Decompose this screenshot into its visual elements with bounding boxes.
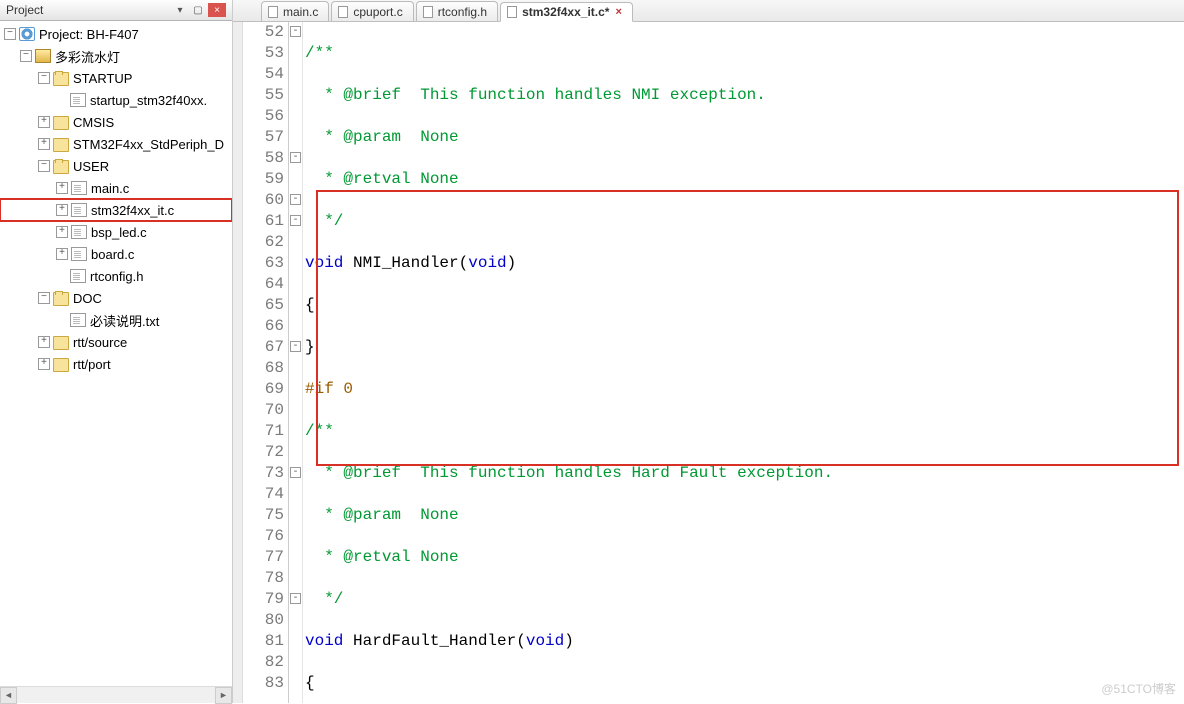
- tree-label: 多彩流水灯: [55, 47, 120, 66]
- tab-cpuport[interactable]: cpuport.c: [331, 1, 413, 21]
- project-icon: [19, 27, 35, 41]
- tree-label: STM32F4xx_StdPeriph_D: [73, 137, 224, 152]
- expand-icon[interactable]: +: [56, 226, 68, 238]
- tab-label: stm32f4xx_it.c*: [522, 5, 609, 19]
- folder-open-icon: [53, 72, 69, 86]
- fold-toggle[interactable]: -: [290, 26, 301, 37]
- folder-open-icon: [53, 292, 69, 306]
- tree-folder-periph[interactable]: + STM32F4xx_StdPeriph_D: [0, 133, 232, 155]
- tab-rtconfig[interactable]: rtconfig.h: [416, 1, 498, 21]
- tree-label: STARTUP: [73, 71, 132, 86]
- code-text[interactable]: /** * @brief This function handles NMI e…: [303, 22, 1184, 703]
- fold-toggle[interactable]: -: [290, 194, 301, 205]
- tree-label: rtt/port: [73, 357, 111, 372]
- file-icon: [71, 247, 87, 261]
- tab-stm32f4xx-it[interactable]: stm32f4xx_it.c* ×: [500, 2, 633, 22]
- editor-area: main.c cpuport.c rtconfig.h stm32f4xx_it…: [233, 0, 1184, 703]
- folder-icon: [53, 336, 69, 350]
- expand-icon[interactable]: +: [56, 182, 68, 194]
- expand-icon[interactable]: +: [38, 116, 50, 128]
- panel-title-text: Project: [6, 3, 43, 17]
- panel-titlebar: Project ▾ ▢ ×: [0, 0, 232, 21]
- tree-label: rtt/source: [73, 335, 127, 350]
- bookmark-margin: [233, 22, 243, 703]
- tree-file[interactable]: 必读说明.txt: [0, 309, 232, 331]
- file-icon: [423, 6, 433, 18]
- tree-folder-user[interactable]: − USER: [0, 155, 232, 177]
- file-icon: [507, 6, 517, 18]
- tree-file[interactable]: + bsp_led.c: [0, 221, 232, 243]
- file-icon: [70, 93, 86, 107]
- code-editor[interactable]: 525354 555657 585960 616263 646566 67686…: [233, 22, 1184, 703]
- project-panel: Project ▾ ▢ × − Project: BH-F407 − 多彩流水灯…: [0, 0, 233, 703]
- tree-label: 必读说明.txt: [90, 311, 159, 330]
- expand-icon[interactable]: −: [38, 160, 50, 172]
- expand-icon[interactable]: +: [38, 138, 50, 150]
- file-icon: [268, 6, 278, 18]
- panel-autohide-button[interactable]: ▢: [190, 3, 206, 17]
- expand-icon[interactable]: −: [4, 28, 16, 40]
- folder-open-icon: [53, 160, 69, 174]
- tab-label: rtconfig.h: [438, 5, 487, 19]
- expand-icon[interactable]: +: [56, 248, 68, 260]
- project-tree[interactable]: − Project: BH-F407 − 多彩流水灯 − STARTUP sta…: [0, 21, 232, 686]
- folder-icon: [53, 138, 69, 152]
- fold-toggle[interactable]: -: [290, 341, 301, 352]
- tree-file-selected[interactable]: + stm32f4xx_it.c: [0, 199, 232, 221]
- tree-label: board.c: [91, 247, 134, 262]
- expand-icon[interactable]: −: [38, 292, 50, 304]
- tree-folder-rtt-source[interactable]: + rtt/source: [0, 331, 232, 353]
- fold-toggle[interactable]: -: [290, 215, 301, 226]
- file-icon: [338, 6, 348, 18]
- scroll-left-button[interactable]: ◄: [0, 687, 17, 704]
- panel-dropdown-button[interactable]: ▾: [172, 3, 188, 17]
- tree-file[interactable]: + main.c: [0, 177, 232, 199]
- tab-label: cpuport.c: [353, 5, 402, 19]
- tree-workspace[interactable]: − 多彩流水灯: [0, 45, 232, 67]
- folder-icon: [53, 116, 69, 130]
- tree-label: USER: [73, 159, 109, 174]
- expand-icon[interactable]: +: [56, 204, 68, 216]
- tree-label: stm32f4xx_it.c: [91, 203, 174, 218]
- file-icon: [71, 203, 87, 217]
- fold-toggle[interactable]: -: [290, 152, 301, 163]
- tab-close-icon[interactable]: ×: [615, 6, 621, 18]
- scrollbar-horizontal[interactable]: ◄ ►: [0, 686, 232, 703]
- editor-tabs: main.c cpuport.c rtconfig.h stm32f4xx_it…: [233, 0, 1184, 22]
- tree-folder-rtt-port[interactable]: + rtt/port: [0, 353, 232, 375]
- tree-label: Project: BH-F407: [39, 27, 139, 42]
- tree-label: bsp_led.c: [91, 225, 147, 240]
- tree-label: rtconfig.h: [90, 269, 143, 284]
- workspace-icon: [35, 49, 51, 63]
- tree-label: CMSIS: [73, 115, 114, 130]
- scroll-right-button[interactable]: ►: [215, 687, 232, 704]
- tree-file[interactable]: rtconfig.h: [0, 265, 232, 287]
- fold-toggle[interactable]: -: [290, 593, 301, 604]
- tree-folder-doc[interactable]: − DOC: [0, 287, 232, 309]
- tree-label: DOC: [73, 291, 102, 306]
- tree-folder-startup[interactable]: − STARTUP: [0, 67, 232, 89]
- tree-root[interactable]: − Project: BH-F407: [0, 23, 232, 45]
- fold-margin[interactable]: - - - - - - -: [289, 22, 303, 703]
- file-icon: [70, 313, 86, 327]
- tree-label: main.c: [91, 181, 129, 196]
- tab-main[interactable]: main.c: [261, 1, 329, 21]
- expand-icon[interactable]: −: [38, 72, 50, 84]
- tab-label: main.c: [283, 5, 318, 19]
- tree-label: startup_stm32f40xx.: [90, 93, 207, 108]
- tree-file[interactable]: + board.c: [0, 243, 232, 265]
- expand-icon[interactable]: +: [38, 358, 50, 370]
- folder-icon: [53, 358, 69, 372]
- watermark: @51CTO博客: [1101, 680, 1176, 697]
- tree-folder-cmsis[interactable]: + CMSIS: [0, 111, 232, 133]
- line-numbers: 525354 555657 585960 616263 646566 67686…: [243, 22, 289, 703]
- tree-file[interactable]: startup_stm32f40xx.: [0, 89, 232, 111]
- file-icon: [71, 181, 87, 195]
- panel-close-button[interactable]: ×: [208, 3, 226, 17]
- file-icon: [70, 269, 86, 283]
- expand-icon[interactable]: −: [20, 50, 32, 62]
- expand-icon[interactable]: +: [38, 336, 50, 348]
- fold-toggle[interactable]: -: [290, 467, 301, 478]
- file-icon: [71, 225, 87, 239]
